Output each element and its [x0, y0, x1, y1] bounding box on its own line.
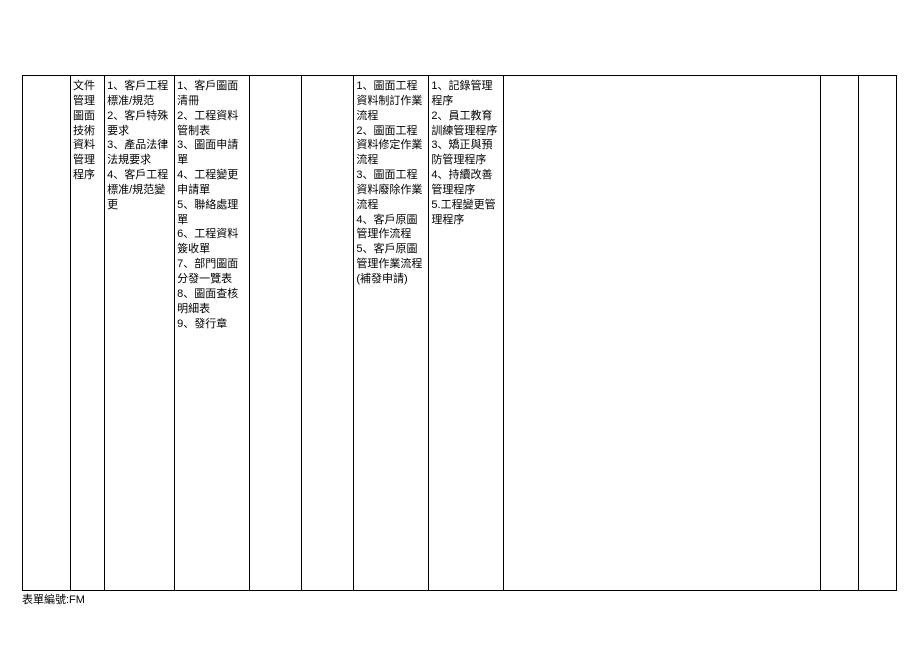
cell-3: 1、客戶工程標准/規范2、客戶特殊要求3、產品法律法規要求4、客戶工程標准/規范… — [105, 76, 175, 591]
main-table: 文件管理圖面技術資料管理程序 1、客戶工程標准/規范2、客戶特殊要求3、產品法律… — [22, 75, 897, 591]
form-number-label: 表單編號:FM — [22, 591, 85, 607]
cell-5 — [250, 76, 302, 591]
cell-8: 1、記錄管理程序2、員工教育訓練管理程序3、矯正與預防管理程序4、持續改善管理程… — [429, 76, 504, 591]
cell-6 — [302, 76, 354, 591]
cell-2: 文件管理圖面技術資料管理程序 — [71, 76, 105, 591]
table-row: 文件管理圖面技術資料管理程序 1、客戶工程標准/規范2、客戶特殊要求3、產品法律… — [23, 76, 897, 591]
cell-7: 1、圖面工程資料制訂作業流程2、圖面工程資料修定作業流程3、圖面工程資料廢除作業… — [354, 76, 429, 591]
cell-9 — [504, 76, 820, 591]
cell-10 — [820, 76, 858, 591]
cell-11 — [858, 76, 896, 591]
cell-4: 1、客戶圖面清冊2、工程資料管制表3、圖面申請單4、工程變更申請單5、聯絡處理單… — [175, 76, 250, 591]
cell-1 — [23, 76, 71, 591]
document-page: 文件管理圖面技術資料管理程序 1、客戶工程標准/規范2、客戶特殊要求3、產品法律… — [0, 0, 920, 651]
